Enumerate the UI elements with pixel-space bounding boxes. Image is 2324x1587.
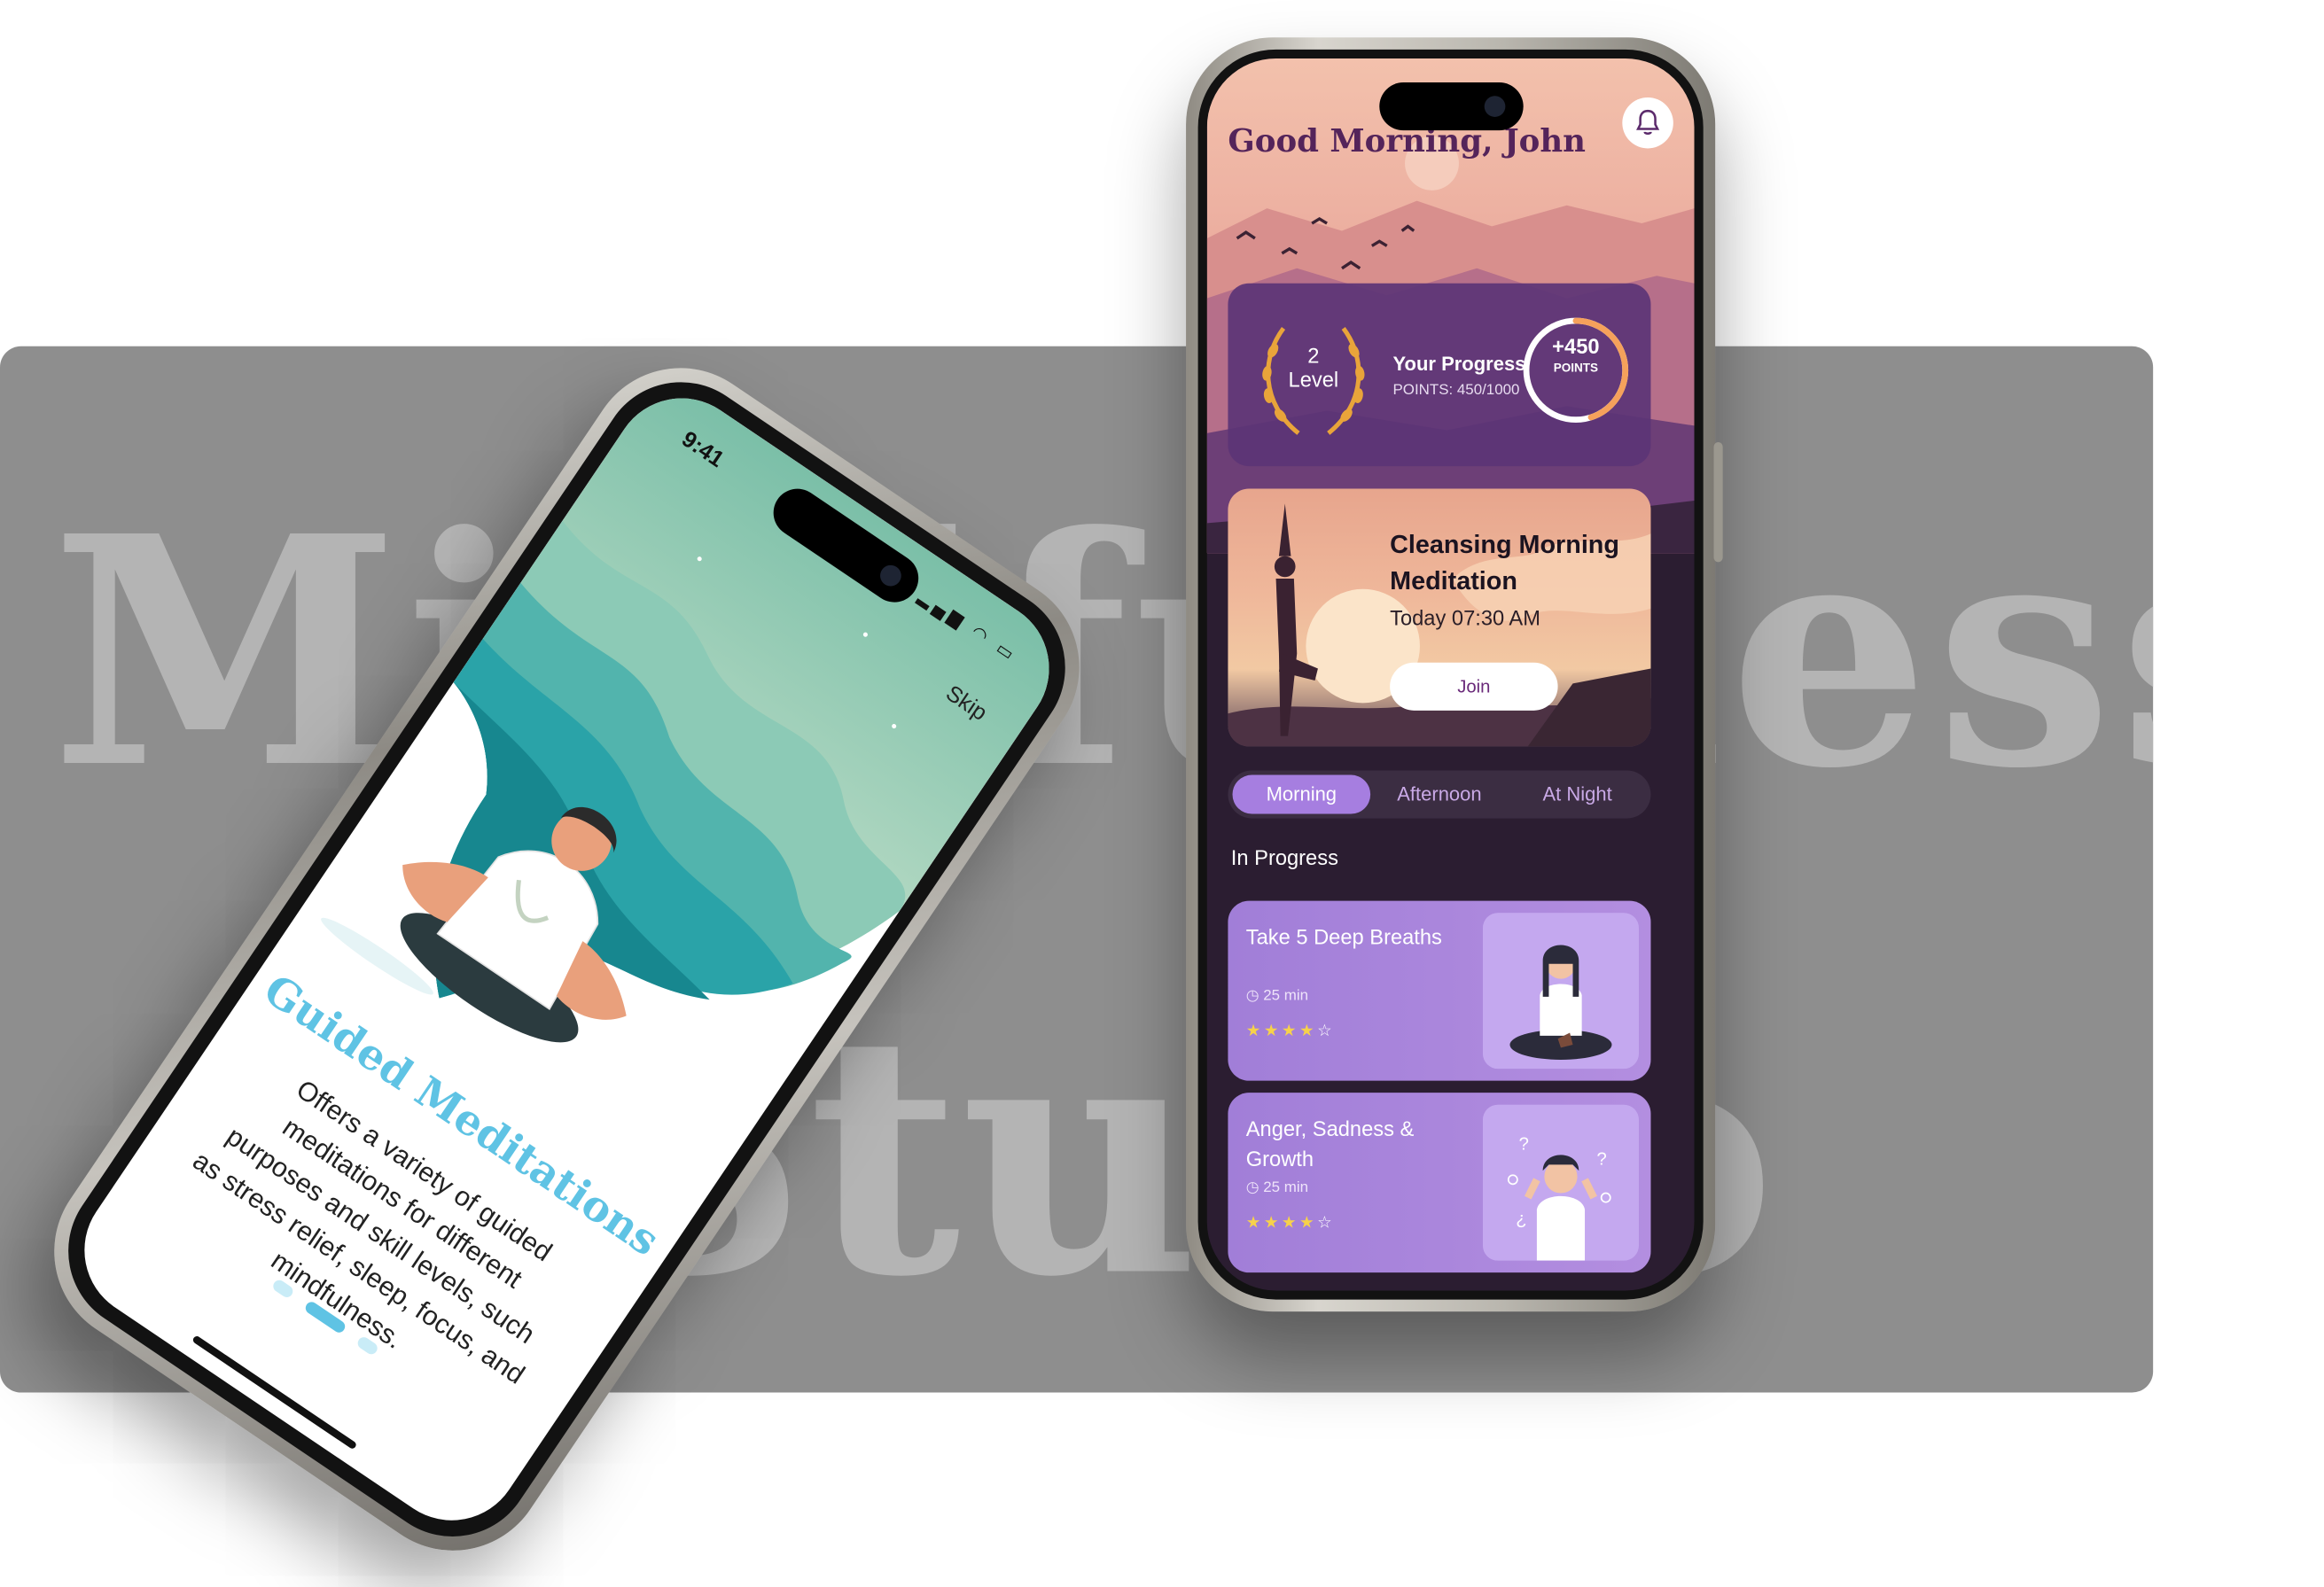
star-rating: ★★★★☆ [1246,1021,1335,1040]
star-icon: ★ [1281,1214,1299,1233]
tab-afternoon[interactable]: Afternoon [1370,775,1509,814]
tab-at-night[interactable]: At Night [1509,775,1647,814]
join-button[interactable]: Join [1390,662,1558,711]
star-icon: ★ [1298,1022,1318,1040]
star-empty-icon: ☆ [1317,1214,1336,1233]
meditation-title: Take 5 Deep Breaths [1245,924,1442,949]
clock-icon: ◷ [1245,987,1259,1005]
svg-text:?: ? [1519,1134,1529,1154]
meditation-card[interactable]: Anger, Sadness & Growth ◷ 25 min ★★★★☆ ?… [1228,1093,1651,1273]
star-rating: ★★★★☆ [1245,1213,1336,1233]
level-badge: 2 Level [1258,343,1369,391]
session-time: Today 07:30 AM [1390,605,1540,630]
page-dot[interactable] [270,1278,295,1300]
svg-text:¿: ¿ [1516,1210,1526,1229]
meditation-duration: ◷ 25 min [1245,987,1308,1005]
home-screen: Good Morning, John 2 Level Your Progress… [1206,58,1695,1291]
svg-text:?: ? [1597,1149,1607,1169]
star-icon: ★ [1281,1022,1299,1040]
star-icon: ★ [1245,1022,1264,1040]
time-of-day-tabs: Morning Afternoon At Night [1228,770,1651,819]
notification-button[interactable] [1622,97,1673,149]
star-icon: ★ [1263,1022,1282,1040]
progress-title: Your Progress [1392,352,1526,375]
points-badge: +450 POINTS [1531,334,1620,375]
bell-icon [1636,109,1660,136]
level-label: Level [1288,367,1339,392]
section-title: In Progress [1230,845,1338,870]
session-title: Cleansing Morning Meditation [1390,530,1619,595]
camera-icon [1483,96,1505,117]
meditation-title: Anger, Sadness & Growth [1245,1116,1415,1171]
power-button [1713,442,1723,563]
progress-points: POINTS: 450/1000 [1392,382,1520,399]
camera-icon [876,561,906,591]
session-card[interactable]: Cleansing Morning Meditation Today 07:30… [1228,488,1651,747]
tab-morning[interactable]: Morning [1232,774,1371,814]
level-number: 2 [1307,343,1320,368]
stressed-woman-illustration: ? ? ¿ [1483,1104,1639,1261]
star-empty-icon: ☆ [1317,1022,1336,1040]
dynamic-island [1378,82,1523,131]
points-badge-label: POINTS [1553,361,1599,375]
star-icon: ★ [1263,1214,1282,1233]
progress-card[interactable]: 2 Level Your Progress POINTS: 450/1000 +… [1228,283,1651,467]
breathing-woman-illustration [1483,913,1639,1070]
meditation-duration: ◷ 25 min [1245,1179,1308,1196]
star-icon: ★ [1245,1214,1264,1233]
meditation-card[interactable]: Take 5 Deep Breaths ◷ 25 min ★★★★☆ [1228,900,1651,1081]
points-badge-value: +450 [1552,334,1600,359]
page-dot[interactable] [355,1334,380,1357]
star-icon: ★ [1298,1214,1318,1233]
home-phone: Good Morning, John 2 Level Your Progress… [1186,37,1723,1312]
clock-icon: ◷ [1245,1179,1259,1196]
